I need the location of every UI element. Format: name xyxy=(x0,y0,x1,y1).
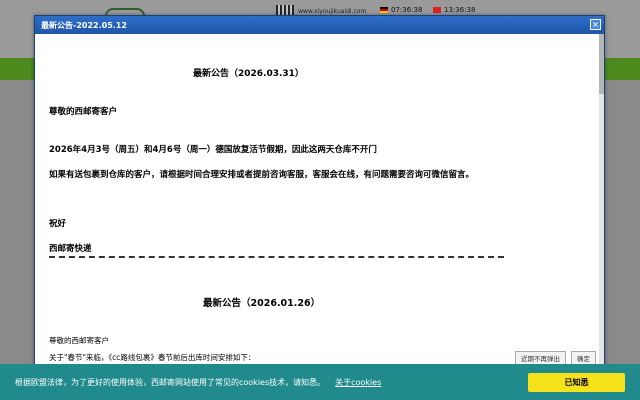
notice1-heading: 最新公告（2026.03.31） xyxy=(193,69,304,79)
germany-clock: 07:36:38 xyxy=(380,6,422,14)
notice1-line1: 2026年4月3号（周五）和4月6号（周一）德国放复活节假期，因此这两天仓库不开… xyxy=(49,145,377,155)
cookie-bar: 根据欧盟法律，为了更好的使用体验，西邮寄网站使用了常见的cookies技术，请知… xyxy=(0,364,640,400)
notice1-greeting: 尊敬的西邮寄客户 xyxy=(49,107,118,117)
notice1-line2: 如果有送包裹到仓库的客户，请根据时间合理安排或者提前咨询客服，客服会在线，有问题… xyxy=(49,170,475,180)
announcement-dialog: 最新公告-2022.05.12 × 最新公告（2026.03.31） 尊敬的西邮… xyxy=(34,15,605,372)
notice2-heading: 最新公告（2026.01.26） xyxy=(203,298,321,309)
germany-time: 07:36:38 xyxy=(391,6,423,14)
notice2-line1: 关于"春节"来临，《cc路线包裹》春节前后出库时间安排如下： xyxy=(49,353,256,362)
notice1-signature: 西邮寄快递 xyxy=(49,244,92,254)
scrollbar-thumb[interactable] xyxy=(599,34,604,94)
dialog-content[interactable]: 最新公告（2026.03.31） 尊敬的西邮寄客户 2026年4月3号（周五）和… xyxy=(35,34,604,371)
dialog-titlebar: 最新公告-2022.05.12 × xyxy=(35,16,604,34)
close-icon[interactable]: × xyxy=(590,19,601,30)
cookie-info-link[interactable]: 关于cookies xyxy=(335,377,381,388)
site-url: www.xiyoujikuaidi.com xyxy=(298,8,367,15)
china-clock: 13:36:38 xyxy=(433,6,475,14)
cookie-accept-button[interactable]: 已知悉 xyxy=(528,373,625,392)
germany-flag-icon xyxy=(380,7,388,13)
dont-show-again-button[interactable]: 近期不再弹出 xyxy=(515,351,566,365)
china-flag-icon xyxy=(433,7,441,13)
notice2-greeting: 尊敬的西邮寄客户 xyxy=(49,336,109,345)
dialog-scrollbar[interactable] xyxy=(599,34,604,371)
notice-divider xyxy=(49,256,504,258)
dialog-title: 最新公告-2022.05.12 xyxy=(41,20,127,30)
china-time: 13:36:38 xyxy=(444,6,476,14)
confirm-button[interactable]: 确定 xyxy=(571,351,596,365)
cookie-notice-text: 根据欧盟法律，为了更好的使用体验，西邮寄网站使用了常见的cookies技术，请知… xyxy=(15,377,326,387)
notice1-closing: 祝好 xyxy=(49,219,67,229)
dialog-buttons: 近期不再弹出 确定 xyxy=(515,351,596,365)
